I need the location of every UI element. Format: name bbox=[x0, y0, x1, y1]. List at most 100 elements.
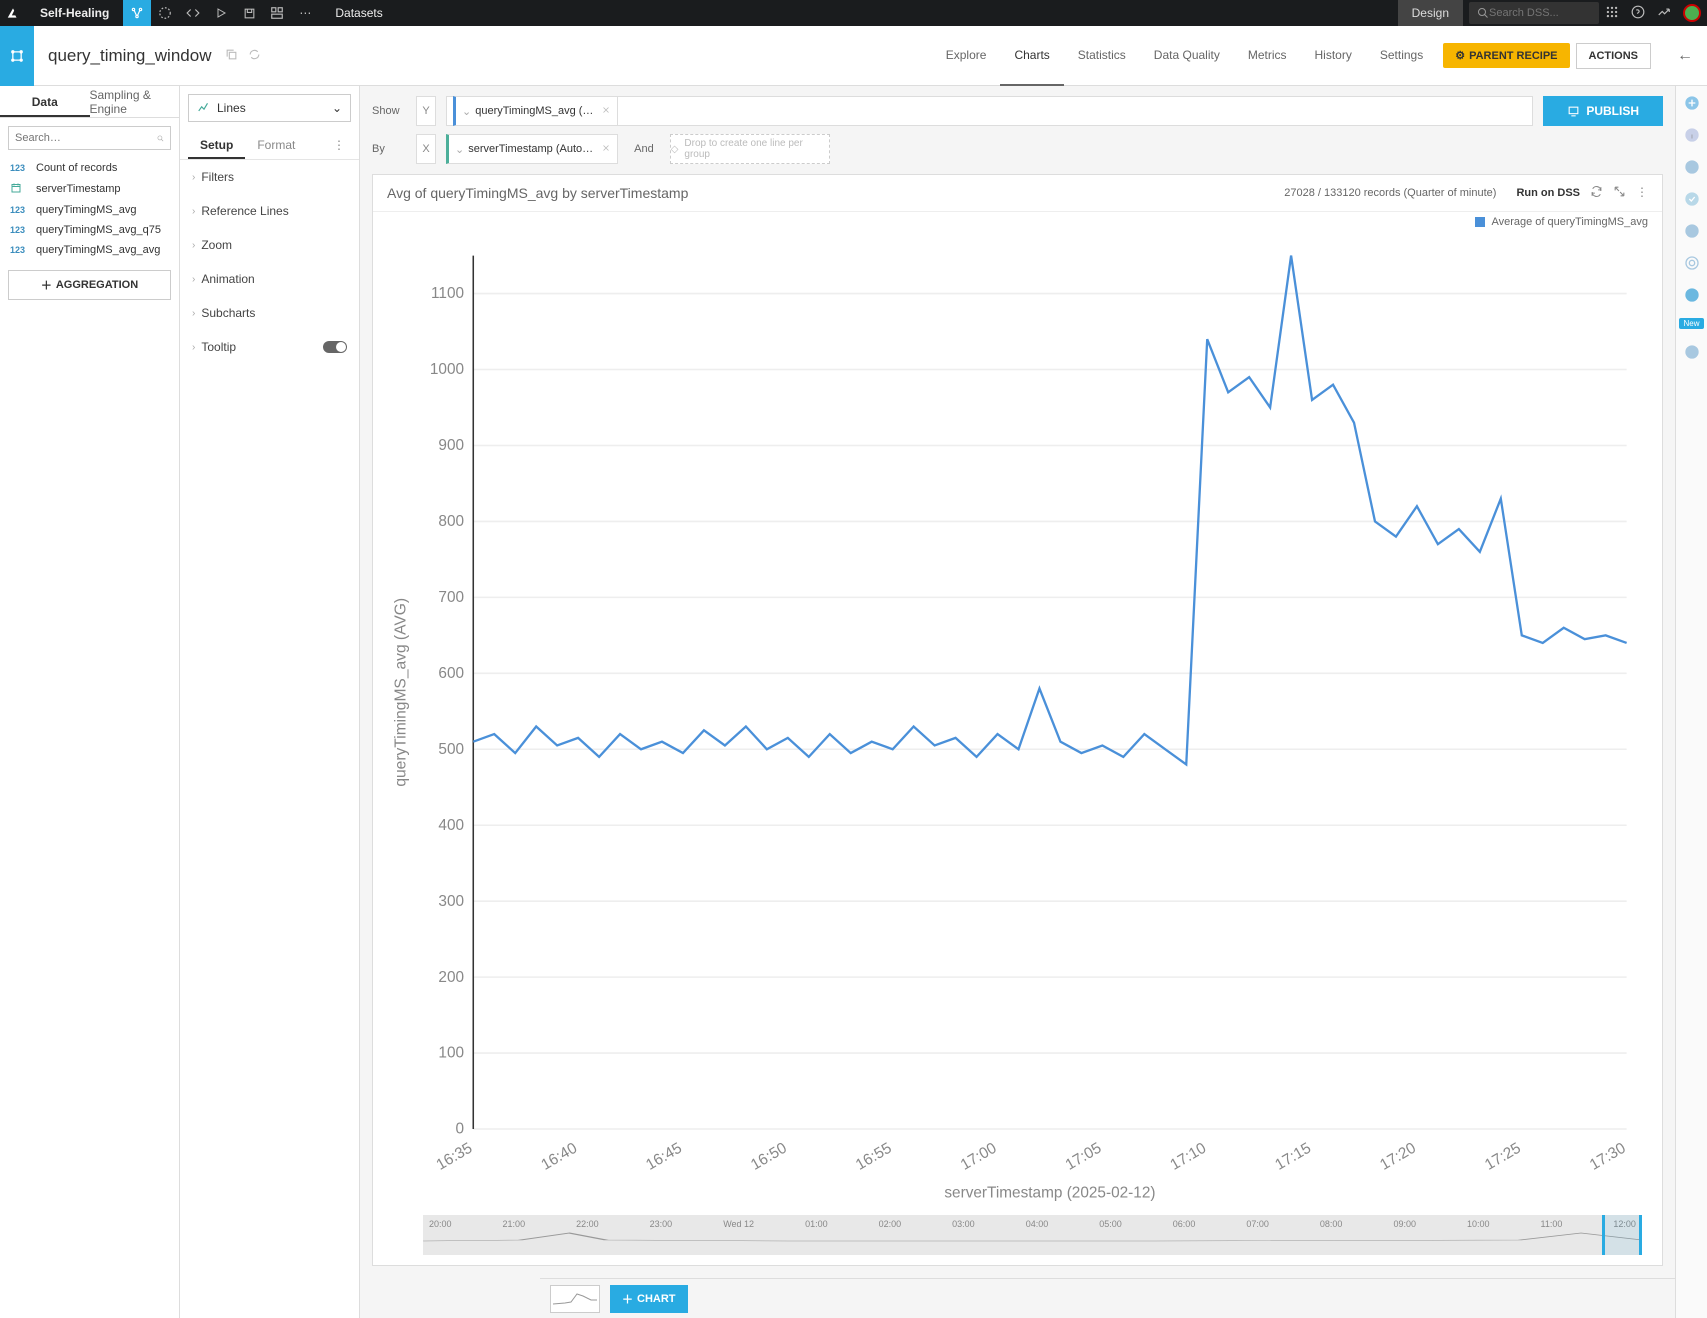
legend-label: Average of queryTimingMS_avg bbox=[1491, 216, 1648, 228]
svg-text:16:50: 16:50 bbox=[748, 1140, 790, 1174]
dataset-name: query_timing_window bbox=[34, 46, 225, 66]
tab-charts[interactable]: Charts bbox=[1000, 26, 1063, 86]
expand-icon[interactable] bbox=[1613, 185, 1626, 201]
tab-data-quality[interactable]: Data Quality bbox=[1140, 26, 1234, 86]
rail-info-icon[interactable]: i bbox=[1683, 126, 1701, 144]
play-icon[interactable] bbox=[207, 0, 235, 26]
section-reference-lines[interactable]: ›Reference Lines bbox=[180, 194, 359, 228]
app-logo[interactable] bbox=[0, 0, 26, 26]
column-name: queryTimingMS_avg bbox=[36, 204, 136, 216]
x-pill[interactable]: ⌄ serverTimestamp (Auto… bbox=[446, 134, 618, 164]
section-subcharts[interactable]: ›Subcharts bbox=[180, 296, 359, 330]
aggregation-button[interactable]: ＋ AGGREGATION bbox=[8, 270, 171, 300]
tab-history[interactable]: History bbox=[1301, 26, 1366, 86]
back-arrow[interactable]: ← bbox=[1663, 47, 1707, 65]
rail-list-icon[interactable] bbox=[1683, 158, 1701, 176]
help-icon[interactable] bbox=[1631, 5, 1645, 22]
column-item[interactable]: 123queryTimingMS_avg_q75 bbox=[8, 220, 171, 240]
dashboard-icon[interactable] bbox=[263, 0, 291, 26]
remove-pill-icon[interactable] bbox=[601, 105, 611, 118]
tooltip-toggle[interactable] bbox=[323, 341, 347, 353]
refresh-icon[interactable] bbox=[1590, 185, 1603, 201]
setup-menu-icon[interactable]: ⋮ bbox=[327, 130, 351, 159]
chevron -down-icon: ⌄ bbox=[462, 105, 471, 118]
thumb-sparkline bbox=[551, 1286, 599, 1312]
timeline-overview[interactable]: 20:0021:0022:0023:00Wed 1201:0002:0003:0… bbox=[423, 1215, 1642, 1255]
svg-text:200: 200 bbox=[438, 969, 464, 986]
y-axis-label: Y bbox=[416, 96, 436, 126]
add-chart-button[interactable]: ＋ CHART bbox=[610, 1285, 688, 1313]
column-item[interactable]: serverTimestamp bbox=[8, 178, 171, 200]
svg-text:16:45: 16:45 bbox=[643, 1140, 685, 1174]
records-info: 27028 / 133120 records (Quarter of minut… bbox=[1274, 187, 1506, 199]
legend-swatch bbox=[1475, 217, 1485, 227]
y-pill[interactable]: ⌄ queryTimingMS_avg (… bbox=[453, 96, 618, 126]
and-label: And bbox=[628, 143, 660, 155]
rail-share-icon[interactable] bbox=[1683, 343, 1701, 361]
global-search[interactable] bbox=[1469, 2, 1599, 24]
svg-text:17:00: 17:00 bbox=[958, 1140, 1000, 1174]
svg-text:100: 100 bbox=[438, 1045, 464, 1062]
svg-text:17:05: 17:05 bbox=[1063, 1140, 1105, 1174]
setup-tab-format[interactable]: Format bbox=[245, 130, 307, 159]
code-icon[interactable] bbox=[179, 0, 207, 26]
column-item[interactable]: 123 queryTimingMS_avg bbox=[8, 200, 171, 220]
column-search[interactable] bbox=[8, 126, 171, 150]
timeline-range-handle[interactable] bbox=[1602, 1215, 1642, 1255]
left-tab-sampling-engine[interactable]: Sampling & Engine bbox=[90, 86, 180, 117]
copy-icon[interactable] bbox=[225, 48, 238, 64]
user-avatar[interactable] bbox=[1683, 4, 1701, 22]
chart-title: Avg of queryTimingMS_avg by serverTimest… bbox=[387, 185, 1274, 201]
setup-tab-setup[interactable]: Setup bbox=[188, 130, 245, 159]
tab-settings[interactable]: Settings bbox=[1366, 26, 1437, 86]
column-search-input[interactable] bbox=[15, 132, 157, 144]
svg-text:500: 500 bbox=[438, 741, 464, 758]
svg-text:400: 400 bbox=[438, 817, 464, 834]
chevron-right-icon: › bbox=[192, 274, 195, 285]
publish-button[interactable]: PUBLISH bbox=[1543, 96, 1663, 126]
numeric-type-icon: 123 bbox=[10, 163, 30, 173]
context-label[interactable]: Datasets bbox=[319, 6, 398, 20]
numeric-type-icon: 123 bbox=[10, 245, 30, 255]
actions-button[interactable]: ACTIONS bbox=[1576, 43, 1652, 69]
rail-user-icon[interactable] bbox=[1683, 222, 1701, 240]
nav-icon-1[interactable] bbox=[151, 0, 179, 26]
save-icon[interactable] bbox=[235, 0, 263, 26]
chart-thumbnail[interactable] bbox=[550, 1285, 600, 1313]
flow-icon[interactable] bbox=[123, 0, 151, 26]
svg-text:16:35: 16:35 bbox=[434, 1140, 476, 1174]
apps-icon[interactable] bbox=[1605, 5, 1619, 22]
design-button[interactable]: Design bbox=[1398, 0, 1463, 26]
search-icon bbox=[157, 133, 164, 144]
svg-text:300: 300 bbox=[438, 893, 464, 910]
section-zoom[interactable]: ›Zoom bbox=[180, 228, 359, 262]
numeric-type-icon: 123 bbox=[10, 205, 30, 215]
rail-add-icon[interactable] bbox=[1683, 94, 1701, 112]
more-icon[interactable]: ⋯ bbox=[291, 0, 319, 26]
rail-chat-icon[interactable] bbox=[1683, 286, 1701, 304]
trend-icon[interactable] bbox=[1657, 5, 1671, 22]
section-animation[interactable]: ›Animation bbox=[180, 262, 359, 296]
rail-target-icon[interactable] bbox=[1683, 254, 1701, 272]
global-search-input[interactable] bbox=[1489, 7, 1589, 19]
chart-menu-icon[interactable]: ⋮ bbox=[1636, 185, 1648, 201]
rail-check-icon[interactable] bbox=[1683, 190, 1701, 208]
drop-icon: ◇ bbox=[671, 144, 679, 155]
chart-canvas: 01002003004005006007008009001000110016:3… bbox=[381, 240, 1642, 1207]
column-item[interactable]: 123Count of records bbox=[8, 158, 171, 178]
search-icon bbox=[1477, 7, 1489, 19]
left-tab-data[interactable]: Data bbox=[0, 86, 90, 117]
run-on-button[interactable]: Run on DSS bbox=[1506, 187, 1590, 199]
remove-pill-icon[interactable] bbox=[601, 143, 611, 156]
parent-recipe-button[interactable]: ⚙ PARENT RECIPE bbox=[1443, 43, 1569, 68]
section-filters[interactable]: ›Filters bbox=[180, 160, 359, 194]
chart-type-selector[interactable]: Lines ⌄ bbox=[188, 94, 351, 122]
section-tooltip[interactable]: ›Tooltip bbox=[180, 330, 359, 364]
tab-metrics[interactable]: Metrics bbox=[1234, 26, 1301, 86]
tab-explore[interactable]: Explore bbox=[932, 26, 1001, 86]
group-drop-zone[interactable]: ◇ Drop to create one line per group bbox=[670, 134, 830, 164]
project-name[interactable]: Self-Healing bbox=[26, 6, 123, 20]
tab-statistics[interactable]: Statistics bbox=[1064, 26, 1140, 86]
column-item[interactable]: 123queryTimingMS_avg_avg bbox=[8, 240, 171, 260]
refresh-small-icon[interactable] bbox=[248, 48, 261, 64]
